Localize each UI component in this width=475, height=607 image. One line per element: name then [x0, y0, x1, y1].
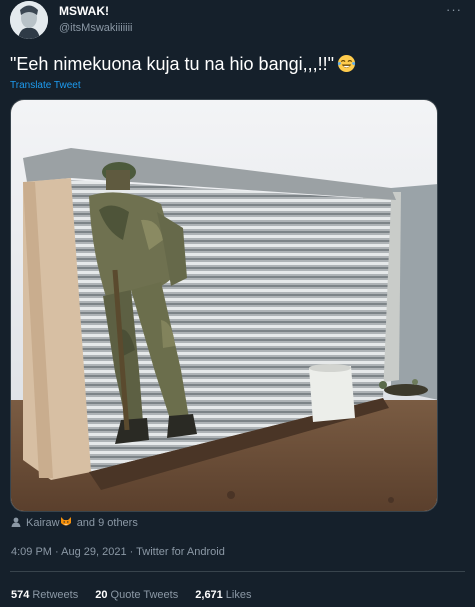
- tears-of-joy-emoji-icon: [337, 54, 356, 73]
- translate-tweet-link[interactable]: Translate Tweet: [10, 80, 81, 91]
- likes-stat[interactable]: 2,671 Likes: [195, 589, 251, 601]
- tweet-body: "Eeh nimekuona kuja tu na hio bangi,,,!!…: [10, 54, 356, 75]
- social-context[interactable]: Kairaw and 9 others: [11, 516, 138, 529]
- author-handle[interactable]: @itsMswakiiiiiii: [59, 22, 133, 34]
- person-icon: [11, 517, 21, 527]
- likes-count: 2,671: [195, 589, 223, 601]
- avatar[interactable]: [10, 1, 48, 39]
- retweets-count: 574: [11, 589, 30, 601]
- divider: [10, 571, 465, 572]
- quotes-count: 20: [95, 589, 108, 601]
- quote-tweets-stat[interactable]: 20 Quote Tweets: [95, 589, 178, 601]
- liked-by-others[interactable]: and 9 others: [77, 517, 138, 529]
- engagement-stats: 574 Retweets 20 Quote Tweets 2,671 Likes: [11, 589, 265, 601]
- retweets-stat[interactable]: 574 Retweets: [11, 589, 78, 601]
- tweet-text: "Eeh nimekuona kuja tu na hio bangi,,,!!…: [10, 54, 334, 74]
- fox-emoji-icon: [60, 516, 72, 528]
- author-display-name[interactable]: MSWAK!: [59, 4, 109, 18]
- quotes-label: Quote Tweets: [110, 589, 179, 601]
- likes-label: Likes: [225, 589, 252, 601]
- retweets-label: Retweets: [32, 589, 79, 601]
- tweet-header: MSWAK! @itsMswakiiiiiii ···: [0, 0, 475, 50]
- soldier-shack-image: [11, 100, 437, 511]
- more-options-icon[interactable]: ···: [446, 2, 462, 17]
- liked-by-name[interactable]: Kairaw: [26, 517, 60, 529]
- tweet-photo[interactable]: [10, 99, 438, 512]
- tweet-timestamp[interactable]: 4:09 PM · Aug 29, 2021 · Twitter for And…: [11, 546, 225, 558]
